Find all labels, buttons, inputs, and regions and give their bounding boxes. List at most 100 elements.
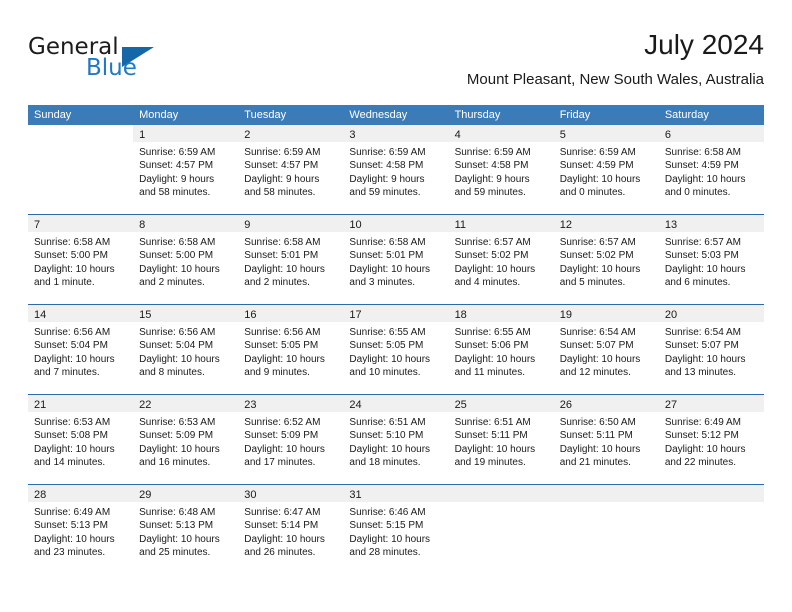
day-number-strip: 13: [658, 215, 764, 232]
calendar-day-cell[interactable]: 28 Sunrise: 6:49 AM Sunset: 5:13 PM Dayligh…: [28, 485, 134, 574]
day-details: Sunrise: 6:52 AM Sunset: 5:09 PM Daylight:…: [238, 412, 343, 470]
daylight-text-line1: Daylight: 10 hours: [664, 443, 746, 455]
day-details: Sunrise: 6:57 AM Sunset: 5:02 PM Daylight:…: [554, 232, 659, 290]
daylight-text-line2: and 13 minutes.: [664, 367, 737, 379]
calendar-day-cell[interactable]: 23 Sunrise: 6:52 AM Sunset: 5:09 PM Dayligh…: [238, 395, 344, 484]
calendar-day-cell[interactable]: 1 Sunrise: 6:59 AM Sunset: 4:57 PM Daylight…: [133, 125, 239, 214]
daylight-text-line2: and 1 minute.: [34, 277, 95, 289]
sunset-text: Sunset: 5:02 PM: [559, 250, 634, 262]
day-details: Sunrise: 6:54 AM Sunset: 5:07 PM Daylight:…: [659, 322, 764, 380]
calendar-day-cell[interactable]: 25 Sunrise: 6:51 AM Sunset: 5:11 PM Dayligh…: [448, 395, 554, 484]
daylight-text-line1: Daylight: 9 hours: [139, 173, 215, 185]
calendar-day-cell[interactable]: 26 Sunrise: 6:50 AM Sunset: 5:11 PM Dayligh…: [553, 395, 659, 484]
calendar-day-cell[interactable]: 21 Sunrise: 6:53 AM Sunset: 5:08 PM Dayligh…: [28, 395, 134, 484]
daylight-text-line2: and 12 minutes.: [559, 367, 631, 379]
sunset-text: Sunset: 4:59 PM: [664, 160, 739, 172]
title-block: July 2024 Mount Pleasant, New South Wale…: [467, 28, 764, 89]
day-number: 21: [34, 399, 47, 411]
day-number-strip: 10: [343, 215, 449, 232]
day-number: 7: [34, 219, 41, 231]
calendar-day-cell[interactable]: 10 Sunrise: 6:58 AM Sunset: 5:01 PM Dayligh…: [343, 215, 449, 304]
day-details: Sunrise: 6:55 AM Sunset: 5:06 PM Daylight:…: [449, 322, 554, 380]
calendar-day-cell[interactable]: 30 Sunrise: 6:47 AM Sunset: 5:14 PM Dayligh…: [238, 485, 344, 574]
weekday-header-tuesday: Tuesday: [244, 109, 287, 121]
calendar-day-cell[interactable]: 5 Sunrise: 6:59 AM Sunset: 4:59 PM Daylight…: [553, 125, 659, 214]
day-number-strip: 15: [133, 305, 239, 322]
daylight-text-line2: and 4 minutes.: [454, 277, 521, 289]
day-number: 12: [559, 219, 572, 231]
day-details: Sunrise: 6:56 AM Sunset: 5:04 PM Daylight:…: [28, 322, 133, 380]
calendar-day-cell[interactable]: 7 Sunrise: 6:58 AM Sunset: 5:00 PM Daylight…: [28, 215, 134, 304]
calendar-day-cell[interactable]: 4 Sunrise: 6:59 AM Sunset: 4:58 PM Daylight…: [448, 125, 554, 214]
daylight-text-line2: and 10 minutes.: [349, 367, 421, 379]
day-number-strip: 24: [343, 395, 449, 412]
calendar-day-cell[interactable]: 15 Sunrise: 6:56 AM Sunset: 5:04 PM Dayligh…: [133, 305, 239, 394]
day-number-strip: [448, 485, 554, 502]
day-details: Sunrise: 6:56 AM Sunset: 5:05 PM Daylight:…: [238, 322, 343, 380]
sunrise-text: Sunrise: 6:55 AM: [349, 327, 426, 338]
calendar-day-cell[interactable]: 18 Sunrise: 6:55 AM Sunset: 5:06 PM Dayligh…: [448, 305, 554, 394]
daylight-text-line1: Daylight: 10 hours: [454, 263, 536, 275]
daylight-text-line2: and 21 minutes.: [559, 457, 631, 469]
calendar-day-cell[interactable]: 31 Sunrise: 6:46 AM Sunset: 5:15 PM Dayligh…: [343, 485, 449, 574]
weekday-header-wednesday: Wednesday: [349, 109, 408, 121]
calendar-day-cell[interactable]: 13 Sunrise: 6:57 AM Sunset: 5:03 PM Dayligh…: [658, 215, 764, 304]
day-number-strip: 16: [238, 305, 344, 322]
daylight-text-line2: and 14 minutes.: [34, 457, 106, 469]
day-number: 23: [244, 399, 257, 411]
daylight-text-line2: and 3 minutes.: [349, 277, 416, 289]
day-number: 26: [559, 399, 572, 411]
general-blue-logo[interactable]: General Blue: [28, 34, 248, 90]
calendar-day-cell[interactable]: 22 Sunrise: 6:53 AM Sunset: 5:09 PM Dayligh…: [133, 395, 239, 484]
sunset-text: Sunset: 5:15 PM: [349, 520, 424, 532]
day-number-strip: 4: [448, 125, 554, 142]
daylight-text-line1: Daylight: 10 hours: [349, 443, 431, 455]
day-number: 16: [244, 309, 257, 321]
calendar-day-cell[interactable]: 20 Sunrise: 6:54 AM Sunset: 5:07 PM Dayligh…: [658, 305, 764, 394]
calendar-day-cell[interactable]: 11 Sunrise: 6:57 AM Sunset: 5:02 PM Dayligh…: [448, 215, 554, 304]
sunrise-text: Sunrise: 6:53 AM: [34, 417, 111, 428]
daylight-text-line1: Daylight: 10 hours: [559, 443, 641, 455]
sunset-text: Sunset: 5:01 PM: [349, 250, 424, 262]
calendar-day-cell[interactable]: 16 Sunrise: 6:56 AM Sunset: 5:05 PM Dayligh…: [238, 305, 344, 394]
daylight-text-line2: and 8 minutes.: [139, 367, 205, 379]
calendar-day-cell[interactable]: 19 Sunrise: 6:54 AM Sunset: 5:07 PM Dayligh…: [553, 305, 659, 394]
day-details: Sunrise: 6:59 AM Sunset: 4:58 PM Daylight:…: [343, 142, 448, 200]
day-number-strip: 19: [553, 305, 659, 322]
sunrise-text: Sunrise: 6:57 AM: [559, 237, 636, 248]
calendar-day-cell[interactable]: 14 Sunrise: 6:56 AM Sunset: 5:04 PM Dayligh…: [28, 305, 134, 394]
calendar-day-cell[interactable]: 9 Sunrise: 6:58 AM Sunset: 5:01 PM Daylight…: [238, 215, 344, 304]
daylight-text-line1: Daylight: 9 hours: [349, 173, 425, 185]
daylight-text-line1: Daylight: 10 hours: [34, 443, 115, 455]
daylight-text-line1: Daylight: 10 hours: [559, 263, 641, 275]
sunrise-text: Sunrise: 6:56 AM: [244, 327, 321, 338]
calendar-day-cell[interactable]: 24 Sunrise: 6:51 AM Sunset: 5:10 PM Dayligh…: [343, 395, 449, 484]
day-details: Sunrise: 6:58 AM Sunset: 5:01 PM Daylight:…: [238, 232, 343, 290]
weekday-header-monday: Monday: [139, 109, 179, 121]
sunrise-text: Sunrise: 6:59 AM: [139, 147, 216, 158]
sunset-text: Sunset: 5:12 PM: [664, 430, 739, 442]
page-header: General Blue July 2024 Mount Pleasant, N…: [28, 28, 764, 98]
day-details: Sunrise: 6:47 AM Sunset: 5:14 PM Daylight:…: [238, 502, 343, 560]
sunrise-text: Sunrise: 6:58 AM: [664, 147, 741, 158]
calendar-day-cell[interactable]: 12 Sunrise: 6:57 AM Sunset: 5:02 PM Dayligh…: [553, 215, 659, 304]
day-details: Sunrise: 6:54 AM Sunset: 5:07 PM Daylight:…: [554, 322, 659, 380]
daylight-text-line1: Daylight: 10 hours: [34, 353, 115, 365]
weekday-header-row: Sunday Monday Tuesday Wednesday Thursday…: [28, 105, 764, 125]
calendar-day-cell-empty: [448, 485, 554, 574]
day-number: 30: [244, 489, 257, 501]
calendar-day-cell[interactable]: 17 Sunrise: 6:55 AM Sunset: 5:05 PM Dayligh…: [343, 305, 449, 394]
calendar-day-cell[interactable]: 6 Sunrise: 6:58 AM Sunset: 4:59 PM Daylight…: [658, 125, 764, 214]
day-details: Sunrise: 6:51 AM Sunset: 5:10 PM Daylight:…: [343, 412, 448, 470]
daylight-text-line1: Daylight: 10 hours: [349, 263, 431, 275]
daylight-text-line2: and 17 minutes.: [244, 457, 316, 469]
daylight-text-line2: and 16 minutes.: [139, 457, 211, 469]
daylight-text-line1: Daylight: 10 hours: [34, 263, 115, 275]
calendar-day-cell[interactable]: 2 Sunrise: 6:59 AM Sunset: 4:57 PM Daylight…: [238, 125, 344, 214]
day-number: 9: [244, 219, 251, 231]
calendar-day-cell[interactable]: 8 Sunrise: 6:58 AM Sunset: 5:00 PM Daylight…: [133, 215, 239, 304]
calendar-day-cell[interactable]: 29 Sunrise: 6:48 AM Sunset: 5:13 PM Dayligh…: [133, 485, 239, 574]
day-details: Sunrise: 6:59 AM Sunset: 4:57 PM Daylight:…: [133, 142, 238, 200]
calendar-day-cell[interactable]: 3 Sunrise: 6:59 AM Sunset: 4:58 PM Daylight…: [343, 125, 449, 214]
calendar-day-cell[interactable]: 27 Sunrise: 6:49 AM Sunset: 5:12 PM Dayligh…: [658, 395, 764, 484]
